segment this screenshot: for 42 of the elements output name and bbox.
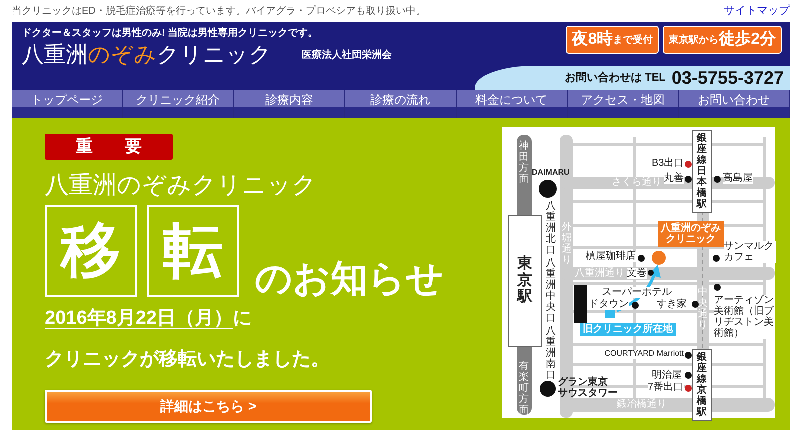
headline-char: 転 [147,205,239,298]
landmark-label: サウスタワー [558,388,618,399]
details-button[interactable]: 詳細はこちら > [45,390,372,424]
place-label: B3出口 [652,158,684,169]
clinic-callout: 八重洲のぞみクリニック [658,221,724,247]
place-label: スーパーホテル [602,287,672,298]
old-site-label: 旧クリニック所在地 [580,323,676,336]
place-label: 槙屋珈琲店 [586,251,636,262]
info-badge: 東京駅から徒歩2分 [663,26,782,54]
station-label: 東京駅 [508,215,542,346]
station-exit-label: 八重洲中央口 [546,258,556,324]
place-label: すき家 [657,299,687,310]
date-suffix: に [232,307,252,332]
info-badge: 夜8時まで受付 [566,26,660,54]
landmark-label: DAIMARU [532,169,570,178]
headline-text: のお知らせ [255,260,444,298]
notice-text: 当クリニックはED・脱毛症治療等を行っています。バイアグラ・プロペシアも取り扱い中。 [12,4,426,18]
direction-label: 神田方面 [519,141,529,185]
tagline-text: ドクター＆スタッフは男性のみ! 当院は男性専用クリニックです。 [21,26,320,41]
direction-label: 有楽町方面 [519,361,529,416]
place-label: 明治屋 [652,370,682,381]
phone-number: 03-5755-3727 [672,66,784,90]
relocation-message: クリニックが移転いたしました。 [45,348,331,372]
station-exit-label: 八重洲南口 [546,326,556,381]
place-label: 丸善 [664,173,684,184]
corporation-name: 医療法人社団栄洲会 [302,48,392,63]
station-label: 銀座線日本橋駅 [692,130,712,213]
place-label: 7番出口 [648,382,684,393]
sitemap-link[interactable]: サイトマップ [724,2,790,20]
station-label: 銀座線京橋駅 [692,349,712,421]
date-text: 2016年8月22日（月） [45,307,233,332]
place-label: 高島屋 [723,173,753,184]
headline-char: 移 [45,205,137,298]
place-label: 文巻 [627,268,647,279]
phone-label: お問い合わせは TEL [565,70,666,86]
clinic-logo[interactable]: 八重洲のぞみ クリニック [12,41,272,70]
place-label: サンマルクカフェ [724,241,776,263]
important-label: 重 要 [45,134,173,160]
landmark-label: グラン東京 [558,377,608,388]
place-label: アーティゾン美術館（旧ブリヂストン美術館） [714,295,774,339]
clinic-name: 八重洲のぞみクリニック [45,171,318,201]
station-exit-label: 八重洲北口 [546,201,556,256]
